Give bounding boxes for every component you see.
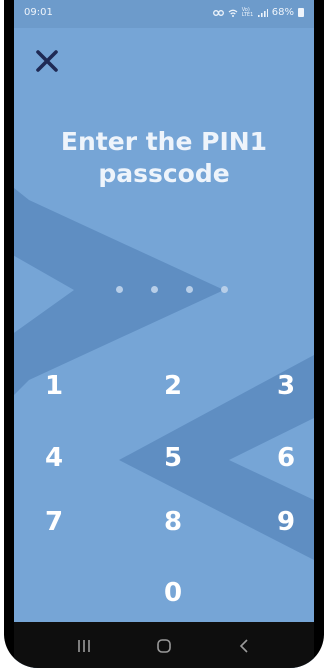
key-2[interactable]: 2 — [143, 366, 203, 406]
key-6[interactable]: 6 — [256, 438, 314, 478]
status-bar: 09:01 Vo) LTE1 68% — [14, 0, 314, 28]
recent-apps-icon[interactable] — [64, 634, 104, 658]
signal-icon — [257, 8, 268, 17]
link-icon — [212, 9, 224, 16]
pin-dot — [186, 286, 193, 293]
battery-percent: 68% — [271, 7, 294, 18]
pin-dot — [116, 286, 123, 293]
key-7[interactable]: 7 — [24, 502, 84, 542]
network-label: Vo) LTE1 — [241, 6, 254, 18]
key-8[interactable]: 8 — [143, 502, 203, 542]
close-icon[interactable] — [34, 48, 60, 74]
key-9[interactable]: 9 — [256, 502, 314, 542]
battery-icon — [298, 8, 304, 17]
background-chevrons — [14, 188, 314, 560]
back-icon[interactable] — [224, 634, 264, 658]
page-title: Enter the PIN1 passcode — [14, 126, 314, 190]
pin-entry-screen: 09:01 Vo) LTE1 68% Enter the PIN1 passco… — [14, 0, 314, 668]
key-0[interactable]: 0 — [143, 573, 203, 613]
navigation-bar — [14, 622, 314, 668]
status-icons: Vo) LTE1 68% — [212, 6, 304, 18]
key-1[interactable]: 1 — [24, 366, 84, 406]
phone-frame: 09:01 Vo) LTE1 68% Enter the PIN1 passco… — [4, 0, 324, 668]
pin-dot — [151, 286, 158, 293]
title-line-2: passcode — [98, 159, 230, 188]
pin-dot — [221, 286, 228, 293]
key-4[interactable]: 4 — [24, 438, 84, 478]
home-icon[interactable] — [144, 634, 184, 658]
title-line-1: Enter the PIN1 — [60, 127, 268, 156]
wifi-icon — [228, 9, 238, 17]
status-time: 09:01 — [24, 7, 53, 18]
key-5[interactable]: 5 — [143, 438, 203, 478]
pin-dots — [116, 286, 228, 293]
key-3[interactable]: 3 — [256, 366, 314, 406]
